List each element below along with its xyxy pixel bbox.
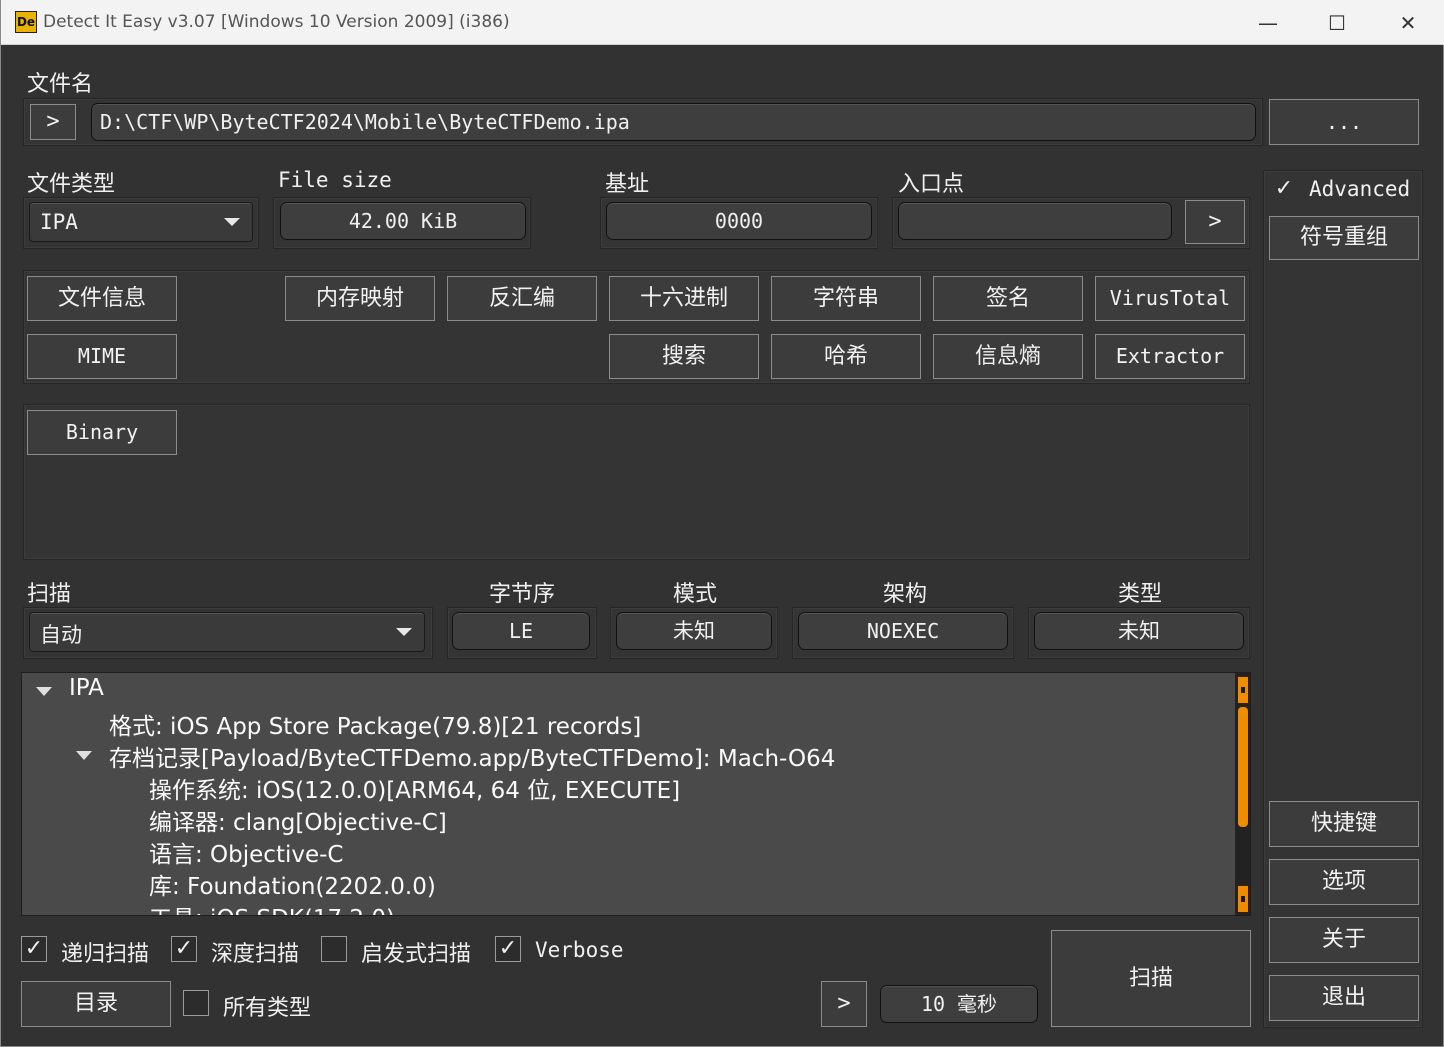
tree-root[interactable]: IPA [69,675,104,701]
app-logo-icon: De [15,11,37,33]
expand-triangle-icon[interactable] [36,687,52,696]
all-types-label: 所有类型 [223,996,312,1021]
browse-button[interactable]: ... [1269,99,1419,145]
architecture-label: 架构 [883,582,928,607]
exit-button[interactable]: 退出 [1269,975,1419,1021]
maximize-button[interactable]: ☐ [1307,6,1367,40]
recursive-scan-label: 递归扫描 [61,942,150,967]
file-path-input[interactable]: D:\CTF\WP\ByteCTF2024\Mobile\ByteCTFDemo… [91,103,1256,141]
filetype-value: IPA [40,210,78,234]
filename-label: 文件名 [27,72,94,97]
mode-label: 模式 [673,582,718,607]
all-types-checkbox[interactable] [183,990,209,1016]
hex-button[interactable]: 十六进制 [609,276,759,321]
tree-item-format[interactable]: 格式: iOS App Store Package(79.8)[21 recor… [109,707,641,741]
base-address-value: 0000 [606,202,872,240]
architecture-value: NOEXEC [798,612,1008,650]
results-scrollbar[interactable] [1235,673,1250,915]
recursive-scan-checkbox[interactable]: ✓ [21,936,47,962]
scan-label: 扫描 [27,582,72,607]
scan-time-value: 10 毫秒 [880,985,1038,1023]
shortcuts-button[interactable]: 快捷键 [1269,801,1419,847]
tree-item-language[interactable]: 语言: Objective-C [149,835,343,869]
verbose-checkbox[interactable]: ✓ [495,936,521,962]
file-expand-button[interactable]: > [30,104,76,140]
mode-value: 未知 [616,612,772,650]
options-button[interactable]: 选项 [1269,859,1419,905]
scroll-down-arrow[interactable] [1237,885,1249,913]
type-label: 类型 [1118,582,1163,607]
symbol-rebuild-button[interactable]: 符号重组 [1269,216,1419,260]
binary-group [23,404,1250,560]
heuristic-scan-label: 启发式扫描 [361,942,472,967]
base-address-label: 基址 [605,172,650,197]
disassembly-button[interactable]: 反汇编 [447,276,597,321]
extractor-button[interactable]: Extractor [1095,334,1245,379]
entropy-button[interactable]: 信息熵 [933,334,1083,379]
tree-item-library[interactable]: 库: Foundation(2202.0.0) [149,867,436,901]
window-title: Detect It Easy v3.07 [Windows 10 Version… [43,12,510,32]
verbose-label: Verbose [535,938,624,962]
file-info-button[interactable]: 文件信息 [27,276,177,321]
binary-button[interactable]: Binary [27,410,177,455]
chevron-down-icon [224,218,240,226]
filetype-select[interactable]: IPA [29,202,253,242]
scan-mode-value: 自动 [40,623,82,647]
about-button[interactable]: 关于 [1269,917,1419,963]
title-bar: De Detect It Easy v3.07 [Windows 10 Vers… [1,0,1444,45]
close-button[interactable]: ✕ [1378,6,1438,40]
deep-scan-label: 深度扫描 [211,942,300,967]
hash-button[interactable]: 哈希 [771,334,921,379]
results-tree[interactable]: IPA 格式: iOS App Store Package(79.8)[21 r… [21,672,1251,916]
heuristic-scan-checkbox[interactable] [321,936,347,962]
signatures-button[interactable]: 签名 [933,276,1083,321]
expand-triangle-icon[interactable] [76,751,92,760]
strings-button[interactable]: 字符串 [771,276,921,321]
filesize-value: 42.00 KiB [280,202,526,240]
tree-item-os[interactable]: 操作系统: iOS(12.0.0)[ARM64, 64 位, EXECUTE] [149,771,680,805]
minimize-button[interactable]: — [1238,6,1298,40]
tree-item-tool[interactable]: 工具: iOS SDK(17.2.0) [149,899,395,915]
time-go-button[interactable]: > [821,981,867,1027]
scan-mode-select[interactable]: 自动 [29,612,425,652]
scan-button[interactable]: 扫描 [1051,930,1251,1027]
search-button[interactable]: 搜索 [609,334,759,379]
virustotal-button[interactable]: VirusTotal [1095,276,1245,321]
chevron-down-icon [396,628,412,636]
entry-point-label: 入口点 [898,172,965,197]
main-window: De Detect It Easy v3.07 [Windows 10 Vers… [0,0,1444,1047]
deep-scan-checkbox[interactable]: ✓ [171,936,197,962]
directory-button[interactable]: 目录 [21,981,171,1027]
entry-point-value [898,202,1172,240]
tree-item-compiler[interactable]: 编译器: clang[Objective-C] [149,803,447,837]
entry-point-go-button[interactable]: > [1185,200,1245,244]
endian-label: 字节序 [489,582,556,607]
mime-button[interactable]: MIME [27,334,177,379]
advanced-label: Advanced [1309,177,1411,201]
advanced-checkbox[interactable]: ✓ [1271,177,1297,203]
filetype-label: 文件类型 [27,172,116,197]
scroll-up-arrow[interactable] [1237,676,1249,704]
type-value: 未知 [1034,612,1244,650]
tree-item-archive[interactable]: 存档记录[Payload/ByteCTFDemo.app/ByteCTFDemo… [109,739,835,773]
scroll-thumb[interactable] [1238,707,1248,827]
filesize-label: File size [278,168,392,192]
memory-map-button[interactable]: 内存映射 [285,276,435,321]
endian-value: LE [452,612,590,650]
